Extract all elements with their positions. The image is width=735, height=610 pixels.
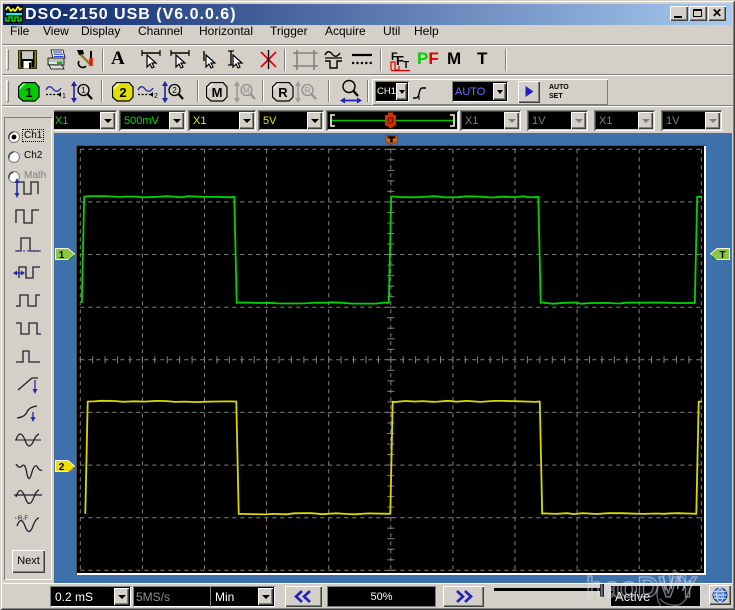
svg-text:2: 2 <box>119 85 126 100</box>
svg-text:R: R <box>305 86 311 95</box>
svg-text:1: 1 <box>81 86 86 95</box>
svg-text:1: 1 <box>25 85 32 100</box>
svg-text:2: 2 <box>172 86 177 95</box>
svg-text:M: M <box>243 86 250 95</box>
svg-text:1: 1 <box>59 250 65 260</box>
svg-text:2: 2 <box>154 93 158 99</box>
svg-text:R-F: R-F <box>18 516 28 522</box>
svg-text:M: M <box>212 85 223 100</box>
svg-text:T: T <box>719 250 725 260</box>
svg-text:1: 1 <box>62 93 66 99</box>
svg-text:2: 2 <box>59 462 65 472</box>
svg-text:T: T <box>403 60 409 71</box>
svg-text:R: R <box>278 85 288 100</box>
